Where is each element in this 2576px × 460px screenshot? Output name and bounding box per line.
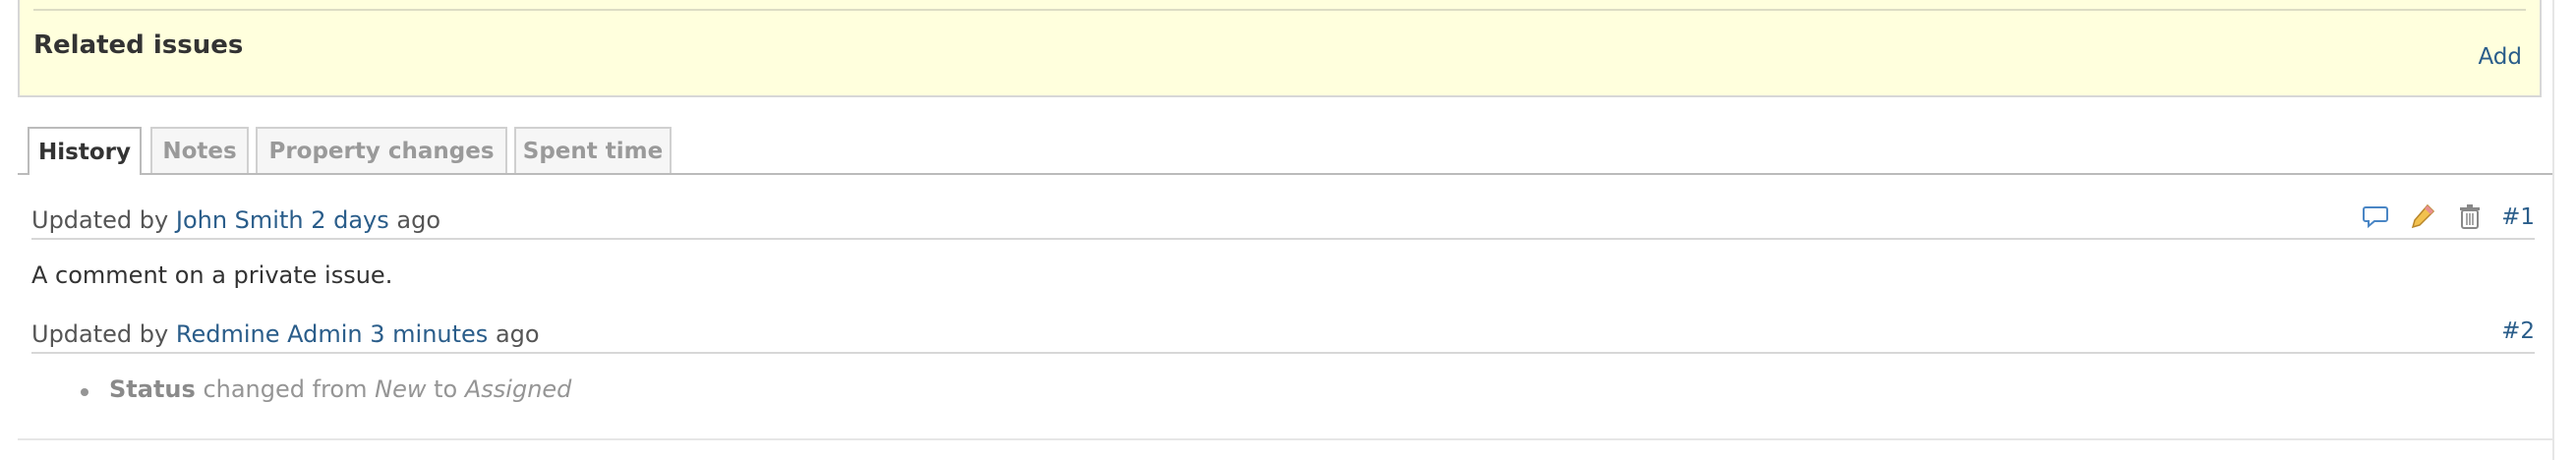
journal-header: Updated by John Smith 2 days ago #1 (31, 203, 2535, 240)
new-value: Assigned (464, 375, 572, 403)
updated-by-label: Updated by (31, 206, 169, 234)
add-related-issue-link[interactable]: Add (2478, 44, 2522, 70)
related-issues-title: Related issues (33, 30, 244, 60)
journal-number-link[interactable]: #2 (2501, 318, 2535, 344)
age-link[interactable]: 2 days (311, 206, 389, 234)
journal-details: Status changed from New to Assigned (81, 375, 571, 403)
journal-byline: Updated by John Smith 2 days ago (31, 206, 440, 234)
old-value: New (375, 375, 427, 403)
tab-property-changes[interactable]: Property changes (256, 127, 507, 173)
journal-number-link[interactable]: #1 (2501, 204, 2535, 230)
divider (18, 438, 2552, 440)
author-link[interactable]: John Smith (176, 206, 304, 234)
tab-history[interactable]: History (28, 127, 142, 175)
tab-notes[interactable]: Notes (150, 127, 249, 173)
journal-comment: A comment on a private issue. (31, 261, 393, 289)
bullet-icon (81, 388, 88, 396)
ago-label: ago (495, 320, 540, 348)
updated-by-label: Updated by (31, 320, 169, 348)
related-issues-box: Related issues Add (18, 0, 2542, 97)
history-tabs: History Notes Property changes Spent tim… (18, 127, 2552, 175)
changed-from-label: changed from (203, 375, 368, 403)
detail-item: Status changed from New to Assigned (109, 375, 571, 403)
changed-field-name: Status (109, 375, 196, 403)
journal-byline: Updated by Redmine Admin 3 minutes ago (31, 320, 540, 348)
ago-label: ago (396, 206, 441, 234)
edit-icon[interactable] (2409, 202, 2436, 230)
journal-actions (2362, 202, 2484, 230)
journal-header: Updated by Redmine Admin 3 minutes ago #… (31, 318, 2535, 354)
delete-icon[interactable] (2456, 202, 2484, 230)
tab-spent-time[interactable]: Spent time (514, 127, 672, 173)
age-link[interactable]: 3 minutes (370, 320, 488, 348)
divider (33, 9, 2526, 11)
to-label: to (434, 375, 458, 403)
author-link[interactable]: Redmine Admin (176, 320, 363, 348)
scrollbar-edge (2552, 0, 2554, 460)
quote-icon[interactable] (2362, 202, 2389, 230)
